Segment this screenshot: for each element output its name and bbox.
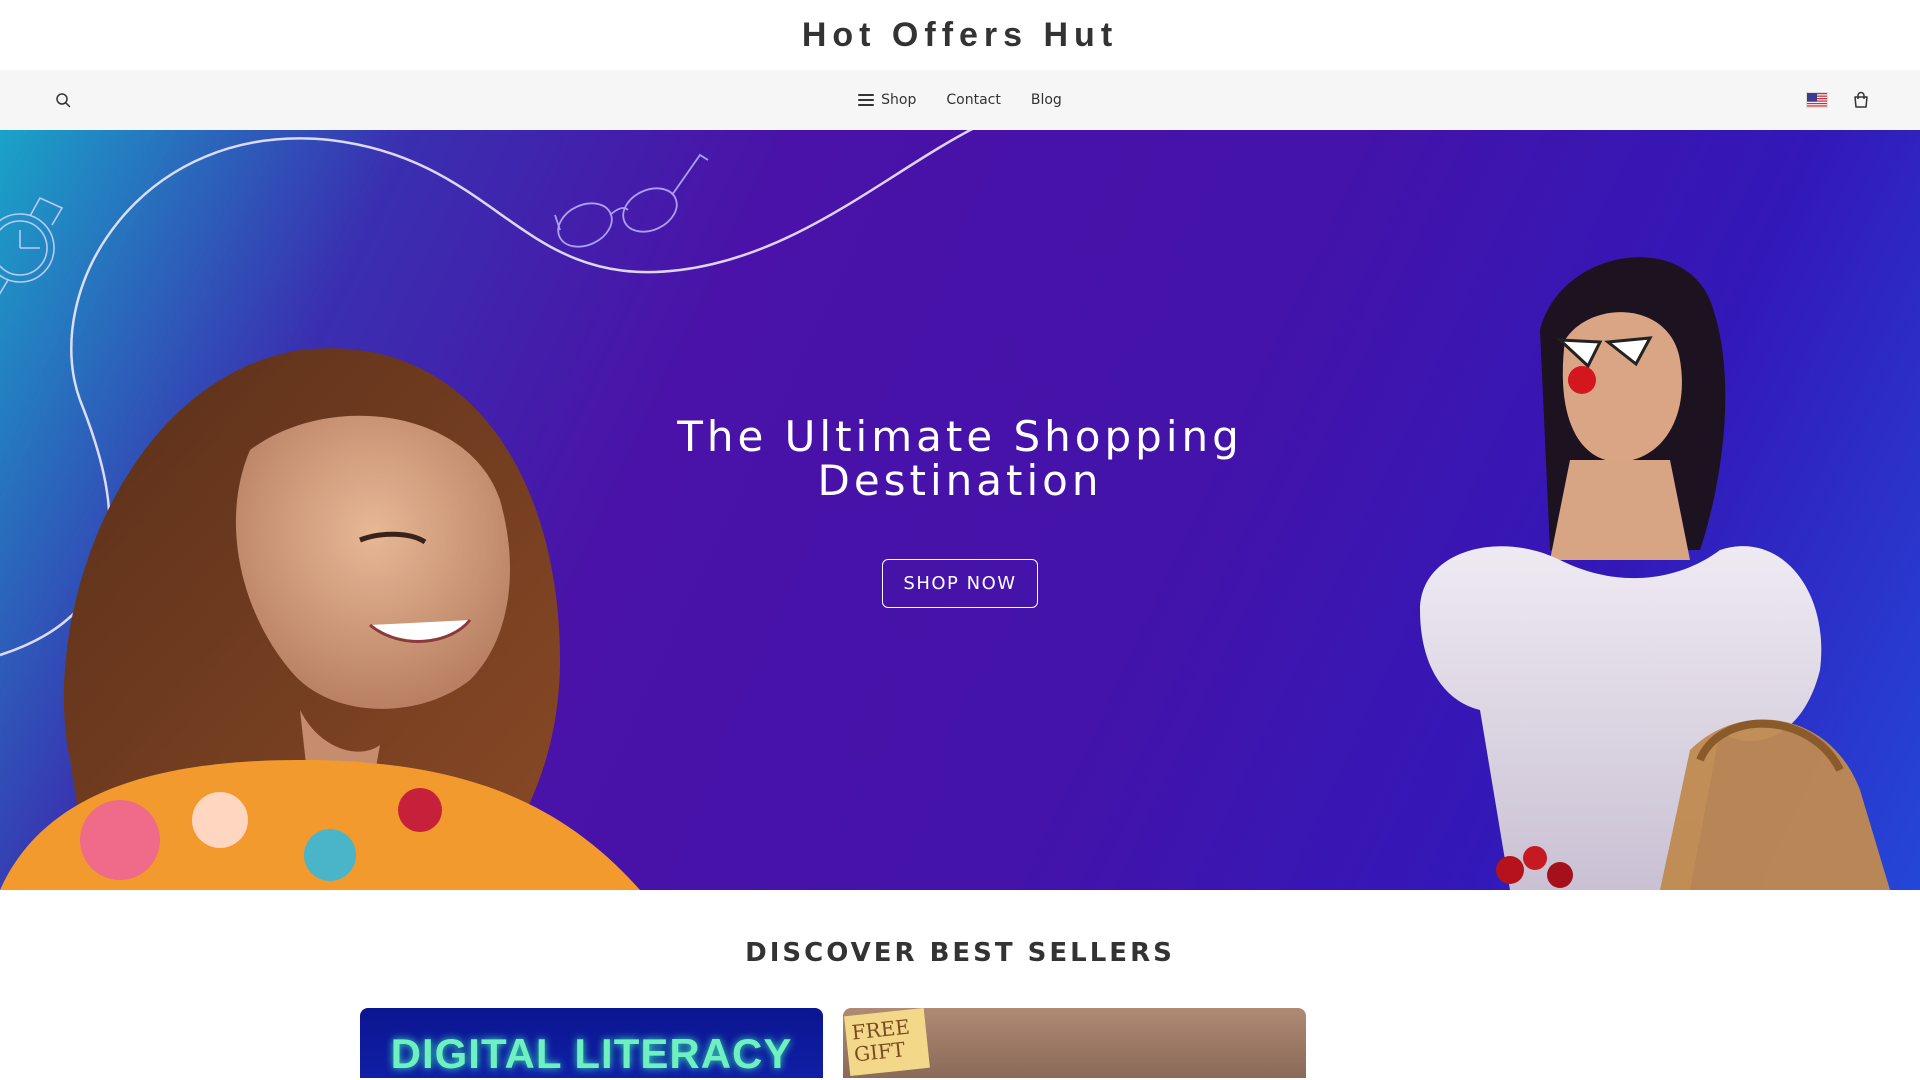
product-image-text: DIGITAL LITERACY bbox=[390, 1030, 793, 1077]
nav-item-label: Contact bbox=[946, 92, 1001, 108]
us-flag-icon[interactable] bbox=[1806, 92, 1828, 108]
hero-content: The Ultimate Shopping Destination SHOP N… bbox=[0, 415, 1920, 608]
nav-item-blog[interactable]: Blog bbox=[1031, 92, 1062, 108]
shopping-bag-icon bbox=[1854, 91, 1868, 108]
section-title: DISCOVER BEST SELLERS bbox=[745, 938, 1175, 968]
brand-bar: Hot Offers Hut bbox=[0, 0, 1920, 70]
nav-item-contact[interactable]: Contact bbox=[946, 92, 1000, 108]
store-logo[interactable]: Hot Offers Hut bbox=[802, 16, 1118, 55]
menu-icon bbox=[858, 94, 875, 106]
best-sellers-section: DISCOVER BEST SELLERS DIGITAL LITERACY F… bbox=[0, 938, 1920, 1078]
nav-item-label: Blog bbox=[1030, 92, 1062, 108]
hero-banner: The Ultimate Shopping Destination SHOP N… bbox=[0, 130, 1920, 890]
search-button[interactable] bbox=[52, 89, 74, 111]
nav-links: Shop Contact Blog bbox=[858, 92, 1062, 108]
site-header: Hot Offers Hut Shop Contact Blog bbox=[0, 0, 1920, 130]
cart-button[interactable] bbox=[1850, 89, 1872, 111]
main-navigation: Shop Contact Blog bbox=[0, 70, 1920, 130]
product-grid: DIGITAL LITERACY FREE GIFT bbox=[360, 1008, 1920, 1078]
shop-now-button[interactable]: SHOP NOW bbox=[882, 559, 1038, 608]
nav-item-shop[interactable]: Shop bbox=[858, 92, 916, 108]
product-image-text: FREE GIFT bbox=[844, 1008, 930, 1077]
product-card[interactable]: FREE GIFT bbox=[843, 1008, 1306, 1078]
header-tools bbox=[1806, 89, 1872, 111]
hero-title-line1: The Ultimate Shopping bbox=[677, 412, 1243, 461]
hero-title-line2: Destination bbox=[817, 456, 1103, 505]
hero-title: The Ultimate Shopping Destination bbox=[0, 415, 1920, 503]
nav-item-label: Shop bbox=[881, 92, 917, 108]
product-card[interactable]: DIGITAL LITERACY bbox=[360, 1008, 823, 1078]
search-icon bbox=[56, 93, 71, 108]
